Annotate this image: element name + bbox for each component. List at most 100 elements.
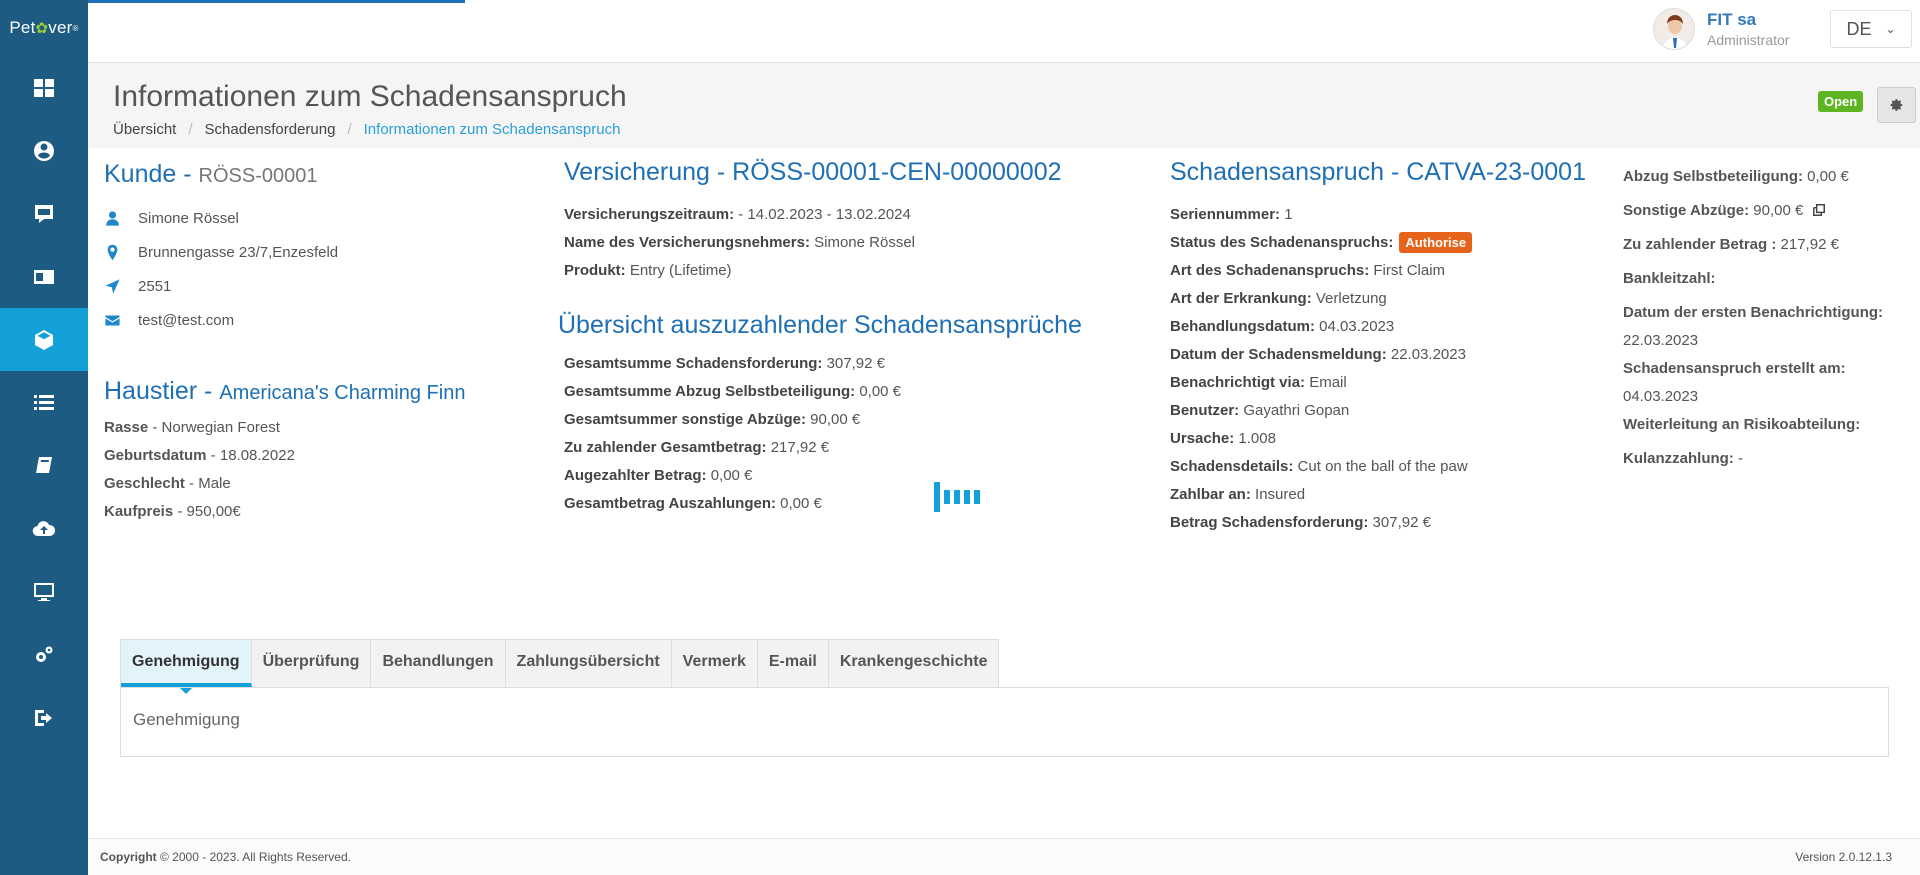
claim-notified-via: Benachrichtigt via: Email [1170, 374, 1347, 391]
sidebar-item-customers[interactable] [0, 119, 88, 182]
copyright: Copyright © 2000 - 2023. All Rights Rese… [100, 850, 351, 864]
claim-user: Benutzer: Gayathri Gopan [1170, 402, 1350, 419]
insurance-section: Versicherung - RÖSS-00001-CEN-00000002 V… [558, 158, 1118, 518]
sidebar-item-logout[interactable] [0, 686, 88, 749]
claim-first-notice-label: Datum der ersten Benachrichtigung: [1623, 304, 1884, 321]
claim-details: Schadensdetails: Cut on the ball of the … [1170, 458, 1468, 475]
loading-progress-bar [88, 0, 465, 3]
sidebar-item-upload[interactable] [0, 497, 88, 560]
insurance-holder: Name des Versicherungsnehmers: Simone Rö… [564, 234, 915, 251]
claim-tabs: Genehmigung Überprüfung Behandlungen Zah… [120, 639, 1000, 694]
claim-type: Art des Schadenanspruchs: First Claim [1170, 262, 1446, 279]
settings-button[interactable] [1877, 87, 1916, 123]
customer-address-row: Brunnengasse 23/7,Enzesfeld [104, 235, 524, 269]
authorise-badge: Authorise [1399, 232, 1473, 253]
language-value: DE [1846, 18, 1872, 39]
copy-icon[interactable] [1812, 199, 1826, 227]
tab-krankengeschichte[interactable]: Krankengeschichte [829, 640, 999, 687]
claim-goodwill: Kulanzzahlung: - [1623, 450, 1743, 467]
sidebar-item-monitor[interactable] [0, 560, 88, 623]
payout-overview-heading: Übersicht auszuzahlender Schadensansprüc… [558, 311, 1082, 339]
payout-other-deductions: Gesamtsummer sonstige Abzüge: 90,00 € [564, 411, 861, 428]
tab-ueberpruefung[interactable]: Überprüfung [252, 640, 372, 687]
sidebar-item-dashboard[interactable] [0, 56, 88, 119]
top-bar: FIT sa Administrator DE ⌄ [88, 0, 1920, 63]
logo-text-post: ver [48, 18, 73, 37]
sidebar-item-settings[interactable] [0, 623, 88, 686]
customer-zip-row: 2551 [104, 269, 524, 303]
claim-risk-forwarding: Weiterleitung an Risikoabteilung: [1623, 416, 1861, 433]
claim-first-notice-value: 22.03.2023 [1623, 332, 1699, 349]
book-icon [36, 456, 52, 473]
breadcrumb-separator: / [347, 121, 352, 138]
user-menu[interactable]: FIT sa Administrator [1653, 8, 1789, 50]
sidebar-item-documents[interactable] [0, 434, 88, 497]
cogs-icon [36, 646, 53, 662]
tab-zahlungsuebersicht[interactable]: Zahlungsübersicht [506, 640, 672, 687]
version: Version 2.0.12.1.3 [1795, 850, 1892, 864]
pet-name: Americana's Charming Finn [219, 382, 466, 404]
user-avatar-icon [1662, 15, 1688, 49]
claim-treatment-date: Behandlungsdatum: 04.03.2023 [1170, 318, 1395, 335]
footer: Copyright © 2000 - 2023. All Rights Rese… [88, 838, 1920, 875]
status-badge: Open [1818, 91, 1864, 112]
tab-email[interactable]: E-mail [758, 640, 829, 687]
user-role: Administrator [1707, 32, 1790, 48]
sidebar-item-list[interactable] [0, 371, 88, 434]
customer-email[interactable]: test@test.com [138, 312, 234, 329]
user-circle-icon [34, 140, 54, 161]
sidebar-item-claims[interactable] [0, 308, 88, 371]
breadcrumb-separator: / [188, 121, 193, 138]
paw-icon: ✿ [35, 20, 49, 37]
monitor-icon [34, 582, 54, 601]
breadcrumb-overview[interactable]: Übersicht [113, 121, 176, 138]
chat-icon [35, 204, 53, 223]
dashboard-icon [34, 78, 54, 97]
claim-amount: Betrag Schadensforderung: 307,92 € [1170, 514, 1431, 531]
list-icon [34, 394, 54, 410]
claim-cause: Ursache: 1.008 [1170, 430, 1276, 447]
claim-bank-code: Bankleitzahl: [1623, 270, 1716, 287]
pet-birthdate: Geburtsdatum - 18.08.2022 [104, 447, 295, 464]
claim-created-value: 04.03.2023 [1623, 388, 1699, 405]
sidebar: Pet ✿ ver ® [0, 0, 88, 875]
customer-name-row: Simone Rössel [104, 201, 524, 235]
insurance-period: Versicherungszeitraum: - 14.02.2023 - 13… [564, 206, 911, 223]
page-header: Informationen zum Schadensanspruch Übers… [88, 63, 1920, 148]
breadcrumb: Übersicht / Schadensforderung / Informat… [113, 121, 620, 138]
pet-heading: Haustier - Americana's Charming Finn [104, 377, 466, 405]
payout-total-claim: Gesamtsumme Schadensforderung: 307,92 € [564, 355, 885, 372]
claim-report-date: Datum der Schadensmeldung: 22.03.2023 [1170, 346, 1466, 363]
breadcrumb-claims[interactable]: Schadensforderung [205, 121, 336, 138]
insurance-product: Produkt: Entry (Lifetime) [564, 262, 732, 279]
claim-section: Schadensanspruch - CATVA-23-0001 Serienn… [1170, 158, 1590, 537]
claim-other-deductions: Sonstige Abzüge: 90,00 € [1623, 197, 1913, 231]
claim-deductible: Abzug Selbstbeteiligung: 0,00 € [1623, 168, 1849, 185]
language-select[interactable]: DE ⌄ [1830, 10, 1912, 48]
claim-payable-amount: Zu zahlender Betrag : 217,92 € [1623, 236, 1839, 253]
cloud-upload-icon [32, 520, 56, 536]
claim-payable-to: Zahlbar an: Insured [1170, 486, 1306, 503]
customer-zip: 2551 [138, 277, 172, 295]
user-icon [106, 210, 119, 226]
pet-gender: Geschlecht - Male [104, 475, 231, 492]
claim-illness-type: Art der Erkrankung: Verletzung [1170, 290, 1387, 307]
payout-total-payments: Gesamtbetrag Auszahlungen: 0,00 € [564, 495, 822, 512]
tab-genehmigung[interactable]: Genehmigung [121, 640, 252, 694]
claim-serial: Seriennummer: 1 [1170, 206, 1293, 223]
customer-id: RÖSS-00001 [198, 165, 318, 187]
breadcrumb-current: Informationen zum Schadensanspruch [363, 121, 621, 138]
petcover-logo[interactable]: Pet ✿ ver ® [0, 0, 88, 56]
customer-name: Simone Rössel [138, 209, 239, 227]
cube-icon [35, 329, 53, 350]
tab-vermerk[interactable]: Vermerk [672, 640, 758, 687]
customer-section: Kunde - RÖSS-00001 Simone Rössel Brunnen… [104, 160, 524, 526]
tab-panel-content: Genehmigung [133, 710, 240, 729]
customer-email-row: test@test.com [104, 303, 524, 337]
sidebar-item-messages[interactable] [0, 182, 88, 245]
sidebar-nav [0, 56, 88, 749]
tab-behandlungen[interactable]: Behandlungen [371, 640, 506, 687]
location-arrow-icon [105, 278, 120, 294]
sidebar-item-policies[interactable] [0, 245, 88, 308]
claim-heading: Schadensanspruch - CATVA-23-0001 [1170, 158, 1586, 186]
